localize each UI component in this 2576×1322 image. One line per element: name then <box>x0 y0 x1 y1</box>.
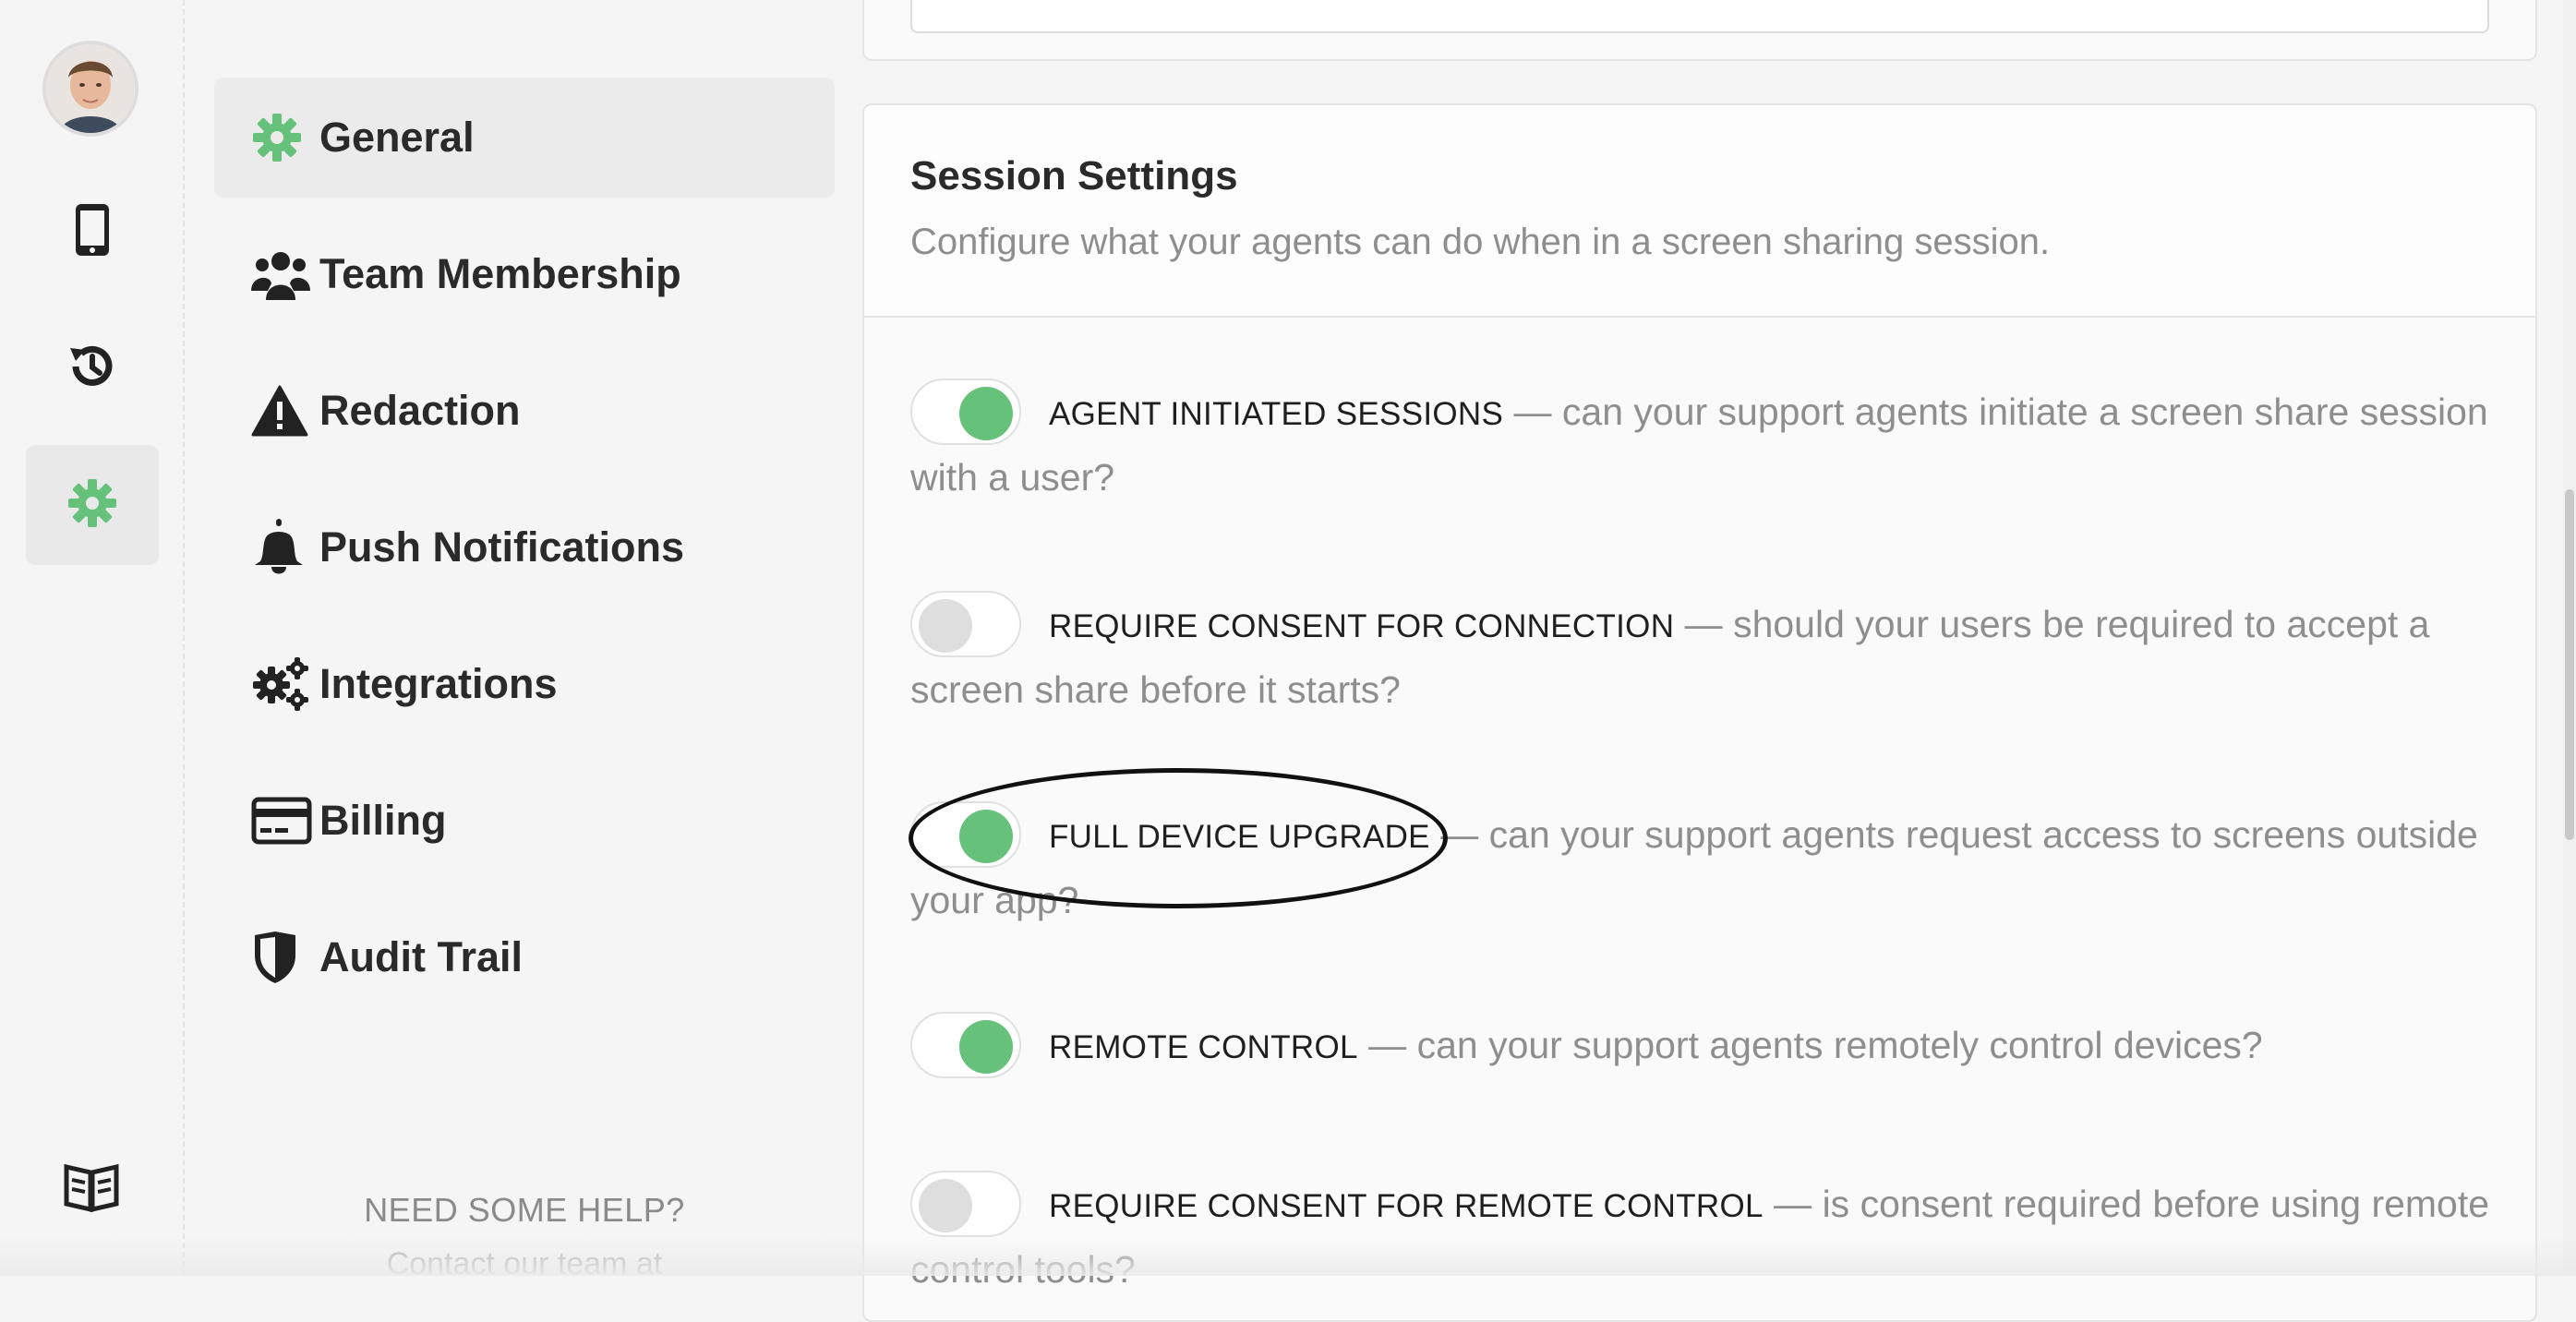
card-header: Session Settings Configure what your age… <box>864 105 2535 318</box>
gears-icon <box>251 656 312 712</box>
scrollbar-thumb[interactable] <box>2565 489 2574 840</box>
gear-icon <box>251 110 312 165</box>
nav-item-audit-trail[interactable]: Audit Trail <box>214 897 835 1017</box>
session-settings-card: Session Settings Configure what your age… <box>862 103 2537 1322</box>
bell-icon <box>251 519 312 575</box>
nav-label: Billing <box>319 797 447 844</box>
setting-separator: — <box>1674 603 1734 645</box>
setting-separator: — <box>1503 391 1562 433</box>
nav-item-push-notifications[interactable]: Push Notifications <box>214 487 835 607</box>
toggle-knob <box>919 599 972 654</box>
setting-name: FULL DEVICE UPGRADE <box>1049 819 1430 855</box>
setting-agent-initiated-sessions: AGENT INITIATED SESSIONS — can your supp… <box>910 379 2498 509</box>
warning-icon <box>251 383 312 439</box>
nav-item-team-membership[interactable]: Team Membership <box>214 214 835 334</box>
toggle-remote-control[interactable] <box>910 1012 1021 1079</box>
setting-require-consent-connection: REQUIRE CONSENT FOR CONNECTION — should … <box>910 591 2498 721</box>
toggle-full-device-upgrade[interactable] <box>910 801 1021 869</box>
toggle-knob <box>959 810 1013 864</box>
toggle-knob <box>919 1179 972 1233</box>
help-title: NEED SOME HELP? <box>364 1191 685 1229</box>
nav-item-general[interactable]: General <box>214 78 835 198</box>
nav-label: Redaction <box>319 387 521 434</box>
setting-name: REMOTE CONTROL <box>1049 1029 1358 1065</box>
settings-nav: General Team Membership Redaction Push N… <box>214 78 835 1034</box>
credit-card-icon <box>251 793 312 848</box>
nav-label: Team Membership <box>319 250 681 297</box>
previous-card <box>862 0 2537 61</box>
app-rail <box>0 0 185 1276</box>
rail-history[interactable] <box>26 308 159 428</box>
setting-description: can your support agents remotely control… <box>1416 1024 2263 1066</box>
previous-card-field <box>910 0 2489 33</box>
book-open-icon[interactable] <box>63 1161 120 1218</box>
toggle-require-consent-connection[interactable] <box>910 591 1021 658</box>
rail-devices[interactable] <box>26 172 159 292</box>
toggle-knob <box>959 1020 1013 1075</box>
rail-settings[interactable] <box>26 445 159 565</box>
setting-remote-control: REMOTE CONTROL — can your support agents… <box>910 1012 2498 1079</box>
history-icon <box>65 339 120 399</box>
setting-separator: — <box>1357 1024 1417 1066</box>
nav-item-billing[interactable]: Billing <box>214 761 835 881</box>
nav-item-integrations[interactable]: Integrations <box>214 624 835 744</box>
setting-separator: — <box>1429 813 1489 856</box>
mobile-phone-icon <box>74 202 111 262</box>
card-description: Configure what your agents can do when i… <box>910 222 2051 262</box>
toggle-agent-initiated-sessions[interactable] <box>910 379 1021 446</box>
nav-label: Audit Trail <box>319 933 524 980</box>
shield-icon <box>251 930 312 985</box>
nav-label: Integrations <box>319 660 558 707</box>
setting-separator: — <box>1763 1183 1823 1225</box>
card-title: Session Settings <box>910 153 1238 198</box>
user-avatar[interactable] <box>42 41 138 137</box>
toggle-knob <box>959 387 1013 441</box>
nav-label: Push Notifications <box>319 523 685 571</box>
gear-icon <box>66 477 118 534</box>
nav-label: General <box>319 114 475 161</box>
setting-name: REQUIRE CONSENT FOR REMOTE CONTROL <box>1049 1188 1763 1224</box>
setting-full-device-upgrade: FULL DEVICE UPGRADE — can your support a… <box>910 801 2498 931</box>
bottom-fade <box>0 1237 2576 1276</box>
nav-item-redaction[interactable]: Redaction <box>214 351 835 471</box>
setting-name: REQUIRE CONSENT FOR CONNECTION <box>1049 608 1675 644</box>
setting-name: AGENT INITIATED SESSIONS <box>1049 396 1504 432</box>
toggle-require-consent-remote-control[interactable] <box>910 1171 1021 1238</box>
users-icon <box>251 246 312 302</box>
